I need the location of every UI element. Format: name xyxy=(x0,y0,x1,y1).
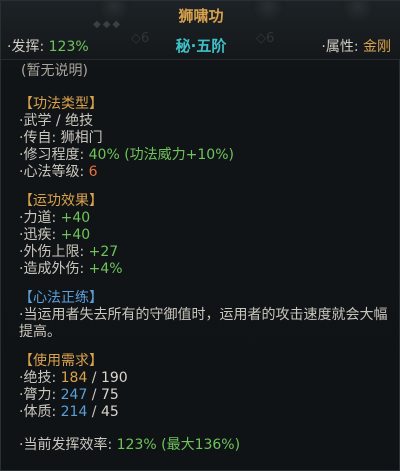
requirement-current: 214 xyxy=(60,404,88,420)
effect-value: +40 xyxy=(60,227,91,243)
requirement-required: 75 xyxy=(100,387,119,403)
type-row-value: 狮相门 xyxy=(60,130,103,146)
requirement-label: ·绝技: xyxy=(19,370,57,386)
efficiency-row: ·当前发挥效率: 123% (最大136%) xyxy=(19,437,389,454)
effect-row: ·力道: +40 xyxy=(19,210,389,227)
requirement-current: 247 xyxy=(60,387,88,403)
effect-value: +4% xyxy=(88,261,123,277)
section-title-effect: 【运功效果】 xyxy=(19,193,103,209)
requirement-separator: / xyxy=(87,370,101,386)
section-title-type: 【功法类型】 xyxy=(19,96,103,112)
requirement-separator: / xyxy=(87,387,101,403)
attribute-label: ·属性: xyxy=(321,39,359,55)
type-row-value: 6 xyxy=(88,164,98,180)
effect-label: ·造成外伤: xyxy=(19,261,85,277)
performance-value: 123% xyxy=(48,39,89,55)
effect-row: ·外伤上限: +27 xyxy=(19,244,389,261)
efficiency-max: (最大136%) xyxy=(161,437,241,453)
effect-row: ·造成外伤: +4% xyxy=(19,261,389,278)
skill-title: 狮啸功 xyxy=(178,7,224,25)
section-title-requirements: 【使用需求】 xyxy=(19,353,103,369)
requirement-label: ·体质: xyxy=(19,404,57,420)
skill-tooltip: ◆◆◆ ◇6 ◇6 狮啸功 秘·五阶 ·发挥: 123% ·属性: 金刚 (暂无… xyxy=(0,0,400,471)
attribute-stat: ·属性: 金刚 xyxy=(321,36,391,56)
requirement-row: ·绝技: 184 / 190 xyxy=(19,370,389,387)
type-row-value: 40% xyxy=(88,147,120,163)
requirement-required: 45 xyxy=(100,404,119,420)
requirement-label: ·膂力: xyxy=(19,387,57,403)
requirement-current: 184 xyxy=(60,370,88,386)
effect-value: +27 xyxy=(88,244,119,260)
section-title-xinfa: 【心法正练】 xyxy=(19,290,103,306)
effect-value: +40 xyxy=(60,210,91,226)
effect-row: ·迅疾: +40 xyxy=(19,227,389,244)
efficiency-value: 123% xyxy=(116,437,157,453)
effect-label: ·外伤上限: xyxy=(19,244,85,260)
requirement-row: ·体质: 214 / 45 xyxy=(19,404,389,421)
requirement-separator: / xyxy=(87,404,101,420)
attribute-value: 金刚 xyxy=(363,39,391,55)
type-row-extra: (功法威力+10%) xyxy=(124,147,234,163)
effect-label: ·迅疾: xyxy=(19,227,57,243)
tooltip-body: (暂无说明) 【功法类型】 ·武学 / 绝技 ·传自: 狮相门 ·修习程度: 4… xyxy=(19,63,389,454)
requirement-required: 190 xyxy=(100,370,128,386)
type-row-label: ·武学 / 绝技 xyxy=(19,113,94,129)
type-row: ·修习程度: 40% (功法威力+10%) xyxy=(19,147,389,164)
type-row-label: ·传自: xyxy=(19,130,57,146)
type-row: ·心法等级: 6 xyxy=(19,164,389,181)
performance-label: ·发挥: xyxy=(7,39,45,55)
skill-note: (暂无说明) xyxy=(21,63,88,79)
type-row: ·传自: 狮相门 xyxy=(19,130,389,147)
requirement-row: ·膂力: 247 / 75 xyxy=(19,387,389,404)
performance-stat: ·发挥: 123% xyxy=(7,36,89,56)
type-row-label: ·心法等级: xyxy=(19,164,85,180)
efficiency-label: ·当前发挥效率: xyxy=(19,437,113,453)
xinfa-description: ·当运用者失去所有的守御值时，运用者的攻击速度就会大幅提高。 xyxy=(19,307,388,340)
type-row-label: ·修习程度: xyxy=(19,147,85,163)
tooltip-header: ◆◆◆ ◇6 ◇6 狮啸功 秘·五阶 ·发挥: 123% ·属性: 金刚 xyxy=(1,1,400,60)
effect-label: ·力道: xyxy=(19,210,57,226)
type-row: ·武学 / 绝技 xyxy=(19,113,389,130)
